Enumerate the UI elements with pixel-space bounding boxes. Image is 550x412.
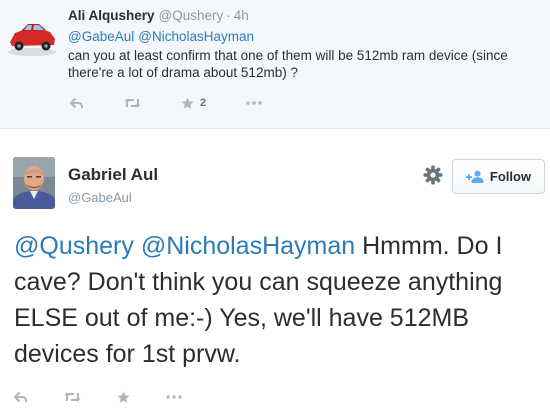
more-icon xyxy=(246,101,262,105)
gear-icon xyxy=(423,165,443,185)
mention-link[interactable]: @GabeAul xyxy=(68,29,134,44)
reply-button[interactable] xyxy=(70,97,84,109)
parent-tweet-text: can you at least confirm that one of the… xyxy=(68,48,508,80)
retweet-button[interactable] xyxy=(124,97,141,109)
add-user-icon xyxy=(465,170,484,183)
parent-author-line: Ali Alqushery @Qushery · 4h xyxy=(68,8,249,23)
favorite-button[interactable]: 2 xyxy=(181,97,206,110)
parent-avatar[interactable] xyxy=(6,12,58,58)
parent-tweet-actions: 2 xyxy=(70,94,262,112)
more-button[interactable] xyxy=(246,101,262,105)
mention-link[interactable]: @NicholasHayman xyxy=(138,29,254,44)
retweet-icon xyxy=(64,392,81,402)
follow-label: Follow xyxy=(489,169,532,184)
parent-timestamp[interactable]: 4h xyxy=(234,8,249,23)
parent-author-handle[interactable]: @Qushery xyxy=(159,8,224,23)
main-tweet-text: @Qushery @NicholasHayman Hmmm. Do I cave… xyxy=(14,228,546,372)
more-button[interactable] xyxy=(166,395,182,399)
more-icon xyxy=(166,395,182,399)
tweet-conversation: Ali Alqushery @Qushery · 4h @GabeAul @Nichol… xyxy=(0,0,550,412)
parent-tweet[interactable]: Ali Alqushery @Qushery · 4h @GabeAul @Nichol… xyxy=(0,0,550,129)
retweet-button[interactable] xyxy=(64,391,81,403)
parent-mentions: @GabeAul @NicholasHayman xyxy=(68,29,254,44)
parent-separator: · xyxy=(226,8,231,23)
user-actions-button[interactable] xyxy=(421,163,445,187)
follow-button[interactable]: Follow xyxy=(452,159,545,194)
reply-icon xyxy=(14,391,27,402)
reply-button[interactable] xyxy=(14,391,28,403)
mention-link[interactable]: @Qushery xyxy=(14,232,134,260)
main-author-handle[interactable]: @GabeAul xyxy=(68,190,132,205)
main-tweet-actions xyxy=(14,388,182,406)
parent-author-name[interactable]: Ali Alqushery xyxy=(68,8,155,23)
retweet-icon xyxy=(124,98,141,108)
main-avatar[interactable] xyxy=(13,157,55,209)
reply-icon xyxy=(70,97,83,108)
favorite-button[interactable] xyxy=(117,391,130,404)
favorite-icon xyxy=(117,391,130,403)
favorite-icon xyxy=(181,97,194,109)
favorite-count: 2 xyxy=(200,97,207,109)
main-author-name[interactable]: Gabriel Aul xyxy=(68,165,158,185)
mention-link[interactable]: @NicholasHayman xyxy=(141,232,355,260)
